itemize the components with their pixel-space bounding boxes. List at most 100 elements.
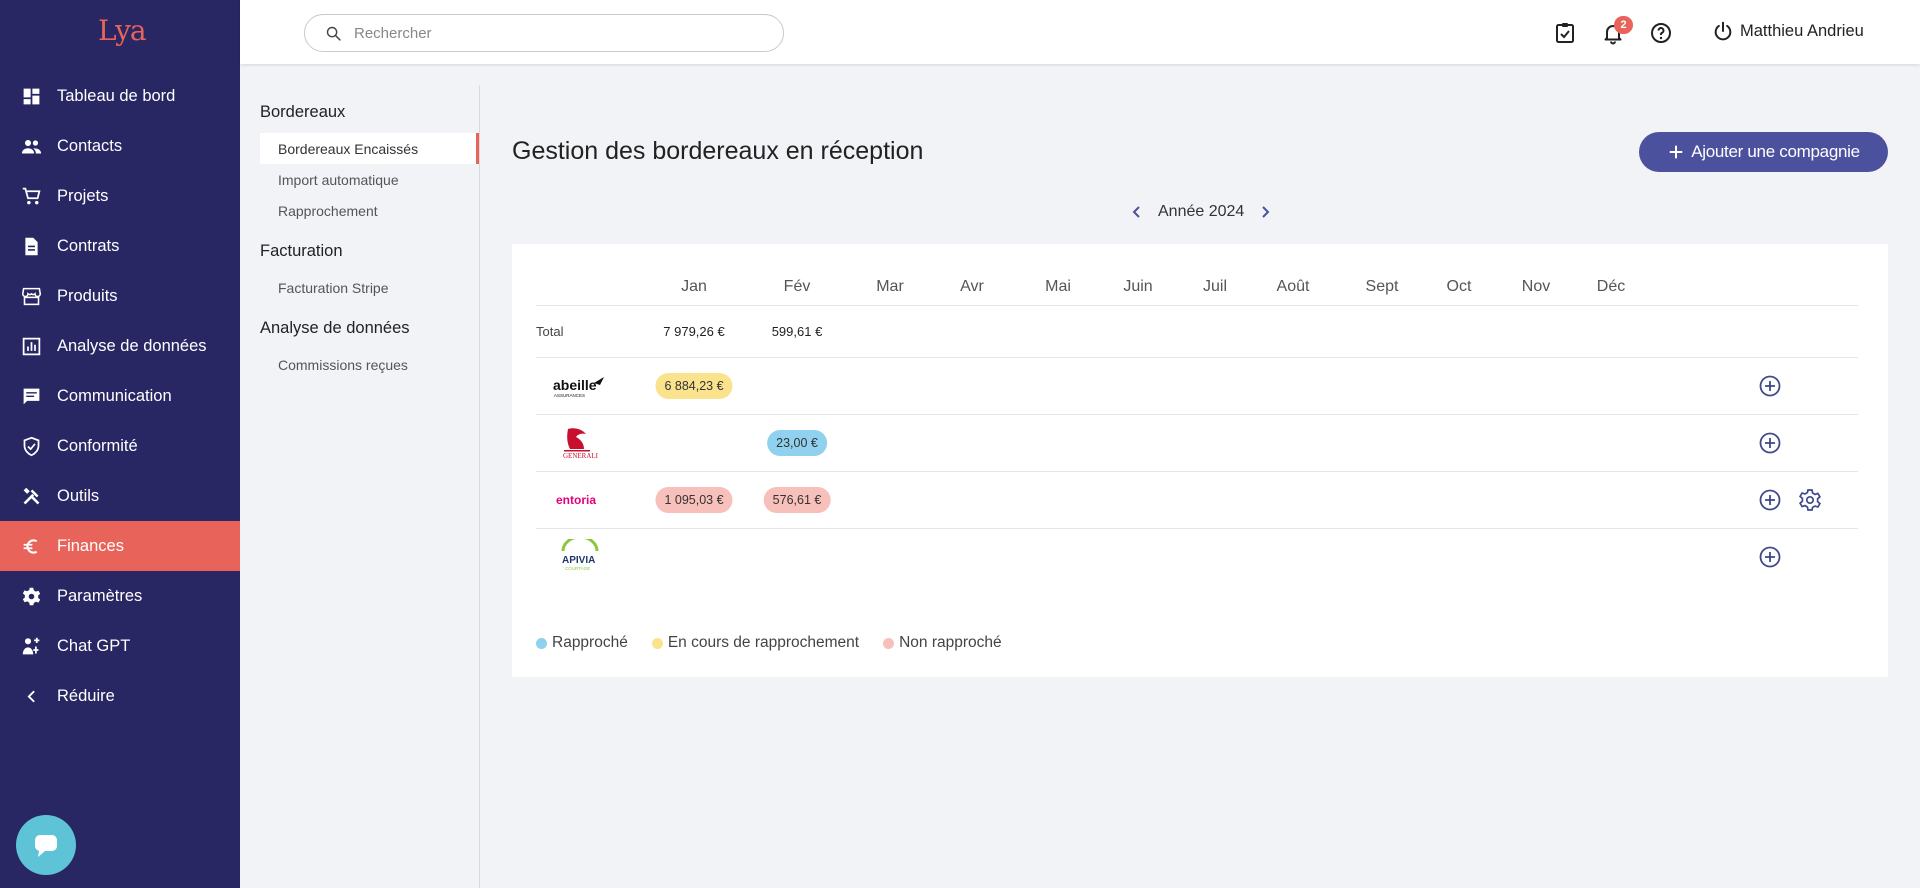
legend-label: Non rapproché: [899, 634, 1002, 651]
legend-label: En cours de rapprochement: [667, 634, 860, 651]
amount-pill[interactable]: 6 884,23 €: [655, 373, 733, 399]
submenu-item[interactable]: Rapprochement: [240, 195, 479, 226]
sidebar-item-finances[interactable]: Finances: [0, 521, 240, 571]
sidebar-item-chat-gpt[interactable]: Chat GPT: [0, 621, 240, 671]
company-row: abeille ASSURANCES 6 884,23 €: [536, 358, 1858, 415]
sidebar-item-parametres[interactable]: Paramètres: [0, 571, 240, 621]
sidebar-item-outils[interactable]: Outils: [0, 471, 240, 521]
sidebar-item-contacts[interactable]: Contacts: [0, 121, 240, 171]
company-row: entoria 1 095,03 € 576,61 €: [536, 472, 1858, 529]
add-bordereau-icon[interactable]: [1758, 545, 1782, 569]
chat-support-button[interactable]: [16, 815, 76, 875]
chat-bubble-icon: [35, 835, 57, 857]
sidebar-item-label: Communication: [57, 386, 172, 405]
amount-pill[interactable]: 1 095,03 €: [655, 487, 733, 513]
month-header: Jan Fév Mar Avr Mai Juin Juil Août Sept Oct Nov Déc: [536, 278, 1858, 306]
sidebar-item-produits[interactable]: Produits: [0, 271, 240, 321]
cart-icon: [20, 185, 42, 207]
sidebar-item-reduire[interactable]: Réduire: [0, 671, 240, 721]
tools-icon: [20, 485, 42, 507]
search-icon: [326, 26, 341, 41]
month-header-cell: Déc: [1596, 278, 1626, 295]
sidebar-item-label: Conformité: [57, 436, 138, 455]
bar-chart-icon: [20, 335, 42, 357]
page-title: Gestion des bordereaux en réception: [512, 137, 924, 165]
svg-text:GENERALI: GENERALI: [563, 452, 599, 460]
top-bar: 2 Matthieu Andrieu: [240, 0, 1920, 64]
amount-pill[interactable]: 23,00 €: [767, 430, 827, 456]
search-input[interactable]: [354, 24, 754, 42]
tasks-button[interactable]: [1552, 20, 1578, 46]
month-header-cell: Juil: [1202, 278, 1228, 295]
sidebar-item-label: Finances: [57, 536, 124, 555]
sidebar-item-label: Chat GPT: [57, 636, 131, 655]
submenu-item[interactable]: Import automatique: [240, 164, 479, 195]
submenu-item[interactable]: Bordereaux Encaissés: [260, 133, 479, 164]
total-label: Total: [536, 324, 564, 339]
company-row: APIVIA COURTAGE: [536, 529, 1858, 586]
add-bordereau-icon[interactable]: [1758, 488, 1782, 512]
sidebar-item-contrats[interactable]: Contrats: [0, 221, 240, 271]
robot-icon: [20, 635, 42, 657]
euro-icon: [20, 535, 42, 557]
app-logo[interactable]: Lya: [98, 14, 147, 47]
task-checklist-icon: [1556, 23, 1574, 43]
month-header-cell: Mai: [1045, 278, 1071, 295]
sidebar-item-label: Outils: [57, 486, 100, 505]
svg-text:APIVIA: APIVIA: [562, 555, 595, 566]
sidebar-item-label: Réduire: [57, 686, 115, 705]
sidebar: Lya Tableau de bord Contacts Projets Contra…: [0, 0, 240, 888]
legend-dot: [536, 637, 547, 649]
month-header-cell: Août: [1276, 278, 1310, 295]
add-company-label: Ajouter une compagnie: [1691, 142, 1860, 161]
sidebar-item-analyse-de-donnees[interactable]: Analyse de données: [0, 321, 240, 371]
month-header-cell: Sept: [1365, 278, 1399, 295]
shield-check-icon: [20, 435, 42, 457]
next-year-button[interactable]: [1256, 203, 1274, 221]
notification-badge: 2: [1614, 16, 1633, 34]
dashboard-icon: [20, 85, 42, 107]
submenu-section-title: Facturation: [260, 241, 343, 260]
svg-text:ASSURANCES: ASSURANCES: [554, 393, 585, 398]
settings-gear-icon[interactable]: [1798, 488, 1822, 512]
user-menu[interactable]: Matthieu Andrieu: [1712, 20, 1864, 42]
plus-icon: [1669, 145, 1683, 159]
legend-item: En cours de rapprochement: [651, 634, 860, 652]
search-box[interactable]: [304, 14, 784, 52]
chevron-left-icon: [20, 685, 42, 707]
sidebar-item-communication[interactable]: Communication: [0, 371, 240, 421]
sidebar-item-label: Analyse de données: [57, 336, 207, 355]
svg-text:entoria: entoria: [556, 493, 596, 507]
sidebar-item-label: Paramètres: [57, 586, 143, 605]
chevron-right-icon: [1262, 206, 1270, 218]
total-value: 599,61 €: [771, 324, 823, 339]
sidebar-item-projets[interactable]: Projets: [0, 171, 240, 221]
sidebar-item-conformite[interactable]: Conformité: [0, 421, 240, 471]
sidebar-item-label: Projets: [57, 186, 109, 205]
svg-text:COURTAGE: COURTAGE: [565, 566, 590, 571]
add-bordereau-icon[interactable]: [1758, 431, 1782, 455]
month-header-cell: Oct: [1446, 278, 1472, 295]
previous-year-button[interactable]: [1128, 203, 1146, 221]
chevron-left-icon: [1132, 206, 1140, 218]
total-row: Total 7 979,26 € 599,61 €: [536, 306, 1858, 358]
year-selector: Année 2024: [1128, 203, 1274, 221]
month-header-cell: Nov: [1521, 278, 1551, 295]
people-icon: [20, 135, 42, 157]
sidebar-item-label: Tableau de bord: [57, 86, 176, 105]
submenu-item[interactable]: Commissions reçues: [240, 349, 479, 380]
amount-pill[interactable]: 576,61 €: [763, 487, 831, 513]
add-company-button[interactable]: Ajouter une compagnie: [1639, 132, 1888, 172]
gear-icon: [20, 585, 42, 607]
add-bordereau-icon[interactable]: [1758, 374, 1782, 398]
sidebar-item-tableau-de-bord[interactable]: Tableau de bord: [0, 71, 240, 121]
help-button[interactable]: [1648, 20, 1674, 46]
submenu-item[interactable]: Facturation Stripe: [240, 272, 479, 303]
month-header-cell: Juin: [1123, 278, 1153, 295]
month-header-cell: Fév: [783, 278, 811, 295]
month-header-cell: Mar: [876, 278, 904, 295]
finances-submenu: Bordereaux Bordereaux Encaissés Import aut…: [240, 85, 480, 888]
apivia-logo: APIVIA COURTAGE: [550, 539, 610, 575]
power-icon: [1714, 21, 1732, 41]
entoria-logo: entoria: [550, 482, 610, 518]
